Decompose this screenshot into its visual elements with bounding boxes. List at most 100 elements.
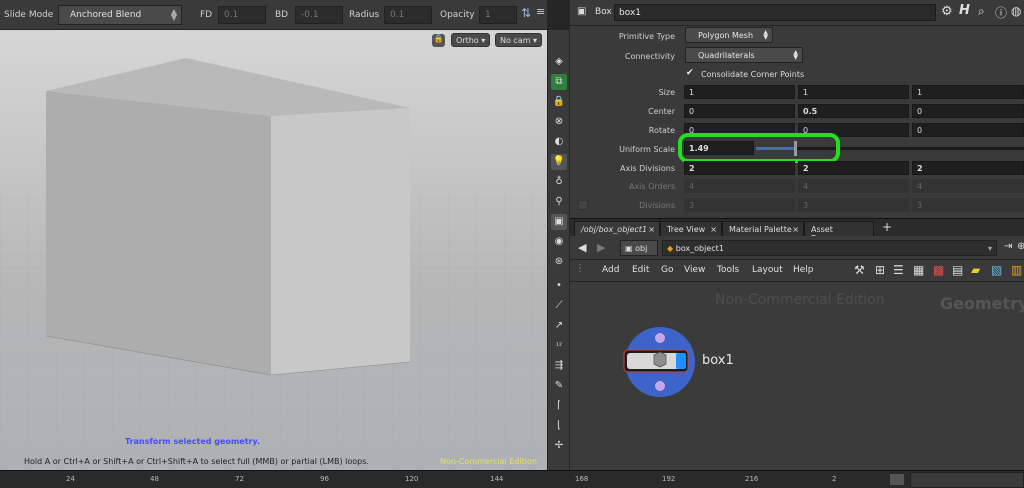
- wrench-icon[interactable]: ⚒: [854, 263, 865, 277]
- pin-icon[interactable]: ⇥: [1004, 241, 1012, 252]
- close-icon[interactable]: ×: [648, 225, 655, 234]
- color-palette-icon[interactable]: ▩: [933, 263, 944, 277]
- tab-network[interactable]: /obj/box_object1 ×: [574, 221, 660, 237]
- eye-icon[interactable]: ◉: [551, 234, 567, 250]
- axis-divisions-x-field[interactable]: 2: [684, 161, 795, 175]
- tree-icon[interactable]: ⊞: [875, 263, 885, 277]
- dot-icon[interactable]: ▧: [991, 263, 1002, 277]
- shading-icon[interactable]: ◐: [551, 134, 567, 150]
- back-arrow-icon[interactable]: ◀: [578, 241, 586, 254]
- lock-camera-icon[interactable]: 🔒: [432, 34, 445, 47]
- radius-field[interactable]: 0.1: [384, 6, 432, 24]
- bd-field[interactable]: -0.1: [295, 6, 343, 24]
- menu-add[interactable]: Add: [602, 265, 619, 275]
- menu-edit[interactable]: Edit: [632, 265, 649, 275]
- normals-icon[interactable]: ⇶: [551, 358, 567, 374]
- grid-icon[interactable]: ▦: [913, 263, 924, 277]
- center-label: Center: [648, 107, 675, 116]
- transform-icon[interactable]: ✢: [551, 438, 567, 454]
- timeline[interactable]: 24 48 72 96 120 144 168 192 216 2: [0, 470, 1024, 488]
- display-options-icon[interactable]: ◈: [551, 54, 567, 70]
- chevron-down-icon[interactable]: ▾: [988, 244, 992, 253]
- box-node[interactable]: [620, 324, 700, 404]
- timeline-tick: 168: [575, 475, 589, 483]
- menu-help[interactable]: Help: [793, 265, 814, 275]
- axis-divisions-z-field[interactable]: 2: [912, 161, 1024, 175]
- rotate-z-field[interactable]: 0: [912, 123, 1024, 137]
- menu-go[interactable]: Go: [661, 265, 673, 275]
- light-icon[interactable]: 💡: [551, 154, 567, 170]
- size-y-field[interactable]: 1: [798, 85, 909, 99]
- scene-viewport[interactable]: 🔒 Ortho ▾ No cam ▾ Transform selected ge…: [0, 30, 547, 470]
- slide-mode-dropdown[interactable]: Anchored Blend ▲ ▼: [58, 5, 182, 25]
- lock-icon[interactable]: 🔒: [551, 94, 567, 110]
- link-icon[interactable]: ⊕: [1017, 241, 1024, 252]
- divisions-x-field: 3: [684, 198, 795, 212]
- menu-view[interactable]: View: [684, 265, 705, 275]
- camera-icon[interactable]: ▣: [551, 214, 567, 230]
- path-root-button[interactable]: ▣ obj: [620, 240, 658, 256]
- axis-divisions-y-field[interactable]: 2: [798, 161, 909, 175]
- camera-type-menu[interactable]: Ortho ▾: [451, 33, 491, 47]
- center-z-field[interactable]: 0: [912, 104, 1024, 118]
- opacity-field[interactable]: 1: [479, 6, 517, 24]
- stepper-arrows-icon: ▲ ▼: [793, 49, 798, 61]
- path-node-field[interactable]: ◆ box_object1 ▾: [662, 240, 997, 256]
- ghost-icon[interactable]: ⊗: [551, 114, 567, 130]
- visibility-icon[interactable]: ⊛: [551, 254, 567, 270]
- tab-asset-browser[interactable]: Asset Browser×: [804, 221, 874, 243]
- connectivity-menu[interactable]: Quadrilaterals ▲ ▼: [685, 47, 803, 63]
- consolidate-label: Consolidate Corner Points: [701, 70, 805, 79]
- fd-label: FD: [200, 10, 213, 20]
- snapping-icon[interactable]: ⧉: [551, 74, 567, 90]
- vertex-icon[interactable]: ↗: [551, 318, 567, 334]
- center-x-field[interactable]: 0: [684, 104, 795, 118]
- node-name-field[interactable]: box1: [614, 4, 936, 21]
- menu-tools[interactable]: Tools: [717, 265, 739, 275]
- edge-icon[interactable]: ⟋: [551, 298, 567, 314]
- options-icon[interactable]: ◍: [1011, 4, 1021, 18]
- help-h-icon[interactable]: H: [959, 3, 970, 18]
- primitive-type-value: Polygon Mesh: [698, 31, 754, 40]
- network-path-bar: ◀ ▶ ▣ obj ◆ box_object1 ▾ ⇥ ⊕: [570, 236, 1024, 260]
- close-icon[interactable]: ×: [710, 225, 717, 234]
- camera-select-menu[interactable]: No cam ▾: [495, 33, 543, 47]
- size-z-field[interactable]: 1: [912, 85, 1024, 99]
- add-tab-icon[interactable]: +: [882, 220, 892, 234]
- list-icon[interactable]: ☰: [893, 263, 904, 277]
- rotate-label: Rotate: [648, 126, 675, 135]
- bracket-icon[interactable]: ⌈: [551, 398, 567, 414]
- size-x-field[interactable]: 1: [684, 85, 795, 99]
- tab-tree-view[interactable]: Tree View ×: [660, 221, 722, 237]
- node-type-label: Box: [595, 7, 612, 17]
- sticky-note-icon[interactable]: ▰: [971, 263, 980, 277]
- key-icon[interactable]: [890, 474, 904, 485]
- help-icon[interactable]: ⓘ: [995, 4, 1007, 21]
- timeline-tick: 24: [66, 475, 75, 483]
- number-icon[interactable]: ¹²: [551, 338, 567, 354]
- sort-icon[interactable]: ⇅: [521, 6, 531, 20]
- network-box-icon[interactable]: ▤: [952, 263, 963, 277]
- node-name-label[interactable]: box1: [702, 353, 734, 368]
- tab-network-label: /obj/box_object1: [581, 225, 648, 234]
- checkbox-checked-icon[interactable]: ✔: [686, 68, 694, 78]
- gear-icon[interactable]: ⚙: [941, 4, 953, 19]
- forward-arrow-icon[interactable]: ▶: [597, 241, 605, 254]
- brush-icon[interactable]: ✎: [551, 378, 567, 394]
- axis-icon[interactable]: ⌊: [551, 418, 567, 434]
- search-icon[interactable]: ⌕: [978, 4, 985, 19]
- point-icon[interactable]: •: [551, 278, 567, 294]
- network-editor[interactable]: Non-Commercial Edition Geometry box1: [570, 282, 1024, 470]
- tab-material-palette[interactable]: Material Palette ×: [722, 221, 804, 237]
- timeline-options[interactable]: [910, 472, 1024, 488]
- menu-icon[interactable]: ≡: [536, 5, 545, 18]
- light-link-icon[interactable]: ⚲: [551, 194, 567, 210]
- image-icon[interactable]: ▥: [1011, 263, 1022, 277]
- fd-field[interactable]: 0.1: [218, 6, 266, 24]
- headlight-icon[interactable]: ♁: [551, 174, 567, 190]
- center-y-field[interactable]: 0.5: [798, 104, 909, 118]
- primitive-type-menu[interactable]: Polygon Mesh ▲ ▼: [685, 27, 773, 43]
- network-watermark: Non-Commercial Edition: [715, 292, 885, 308]
- close-icon[interactable]: ×: [792, 225, 799, 234]
- menu-layout[interactable]: Layout: [752, 265, 783, 275]
